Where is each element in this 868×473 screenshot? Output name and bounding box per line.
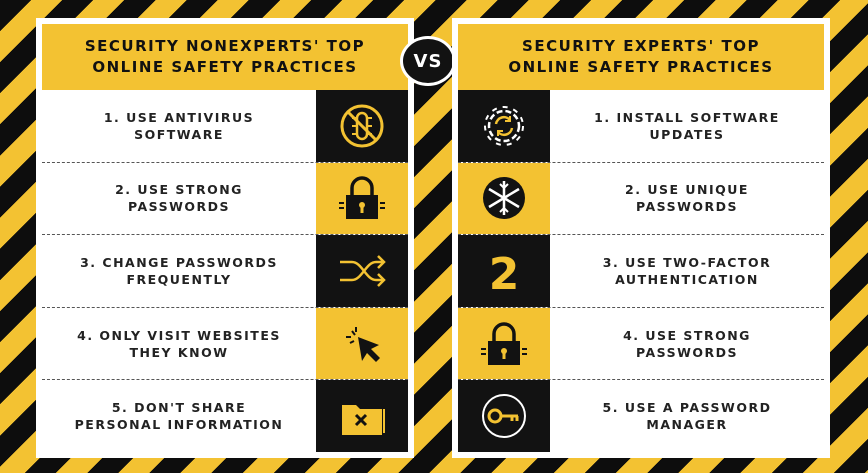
list-item: 1. INSTALL SOFTWARE UPDATES bbox=[458, 90, 824, 163]
list-item: 2. USE STRONG PASSWORDS bbox=[42, 162, 408, 236]
experts-title: SECURITY EXPERTS' TOP ONLINE SAFETY PRACT… bbox=[458, 24, 824, 90]
list-item: 1. USE ANTIVIRUS SOFTWARE bbox=[42, 90, 408, 163]
key-icon bbox=[458, 380, 550, 452]
practice-label: 3. USE TWO-FACTOR AUTHENTICATION bbox=[602, 254, 772, 287]
practice-label: 4. ONLY VISIT WEBSITES THEY KNOW bbox=[77, 327, 281, 360]
padlock-icon bbox=[316, 162, 408, 235]
nonexperts-title: SECURITY NONEXPERTS' TOP ONLINE SAFETY PR… bbox=[42, 24, 408, 90]
snowflake-icon bbox=[458, 162, 550, 235]
list-item: 2 3. USE TWO-FACTOR AUTHENTICATION bbox=[458, 235, 824, 308]
cursor-click-icon bbox=[316, 307, 408, 380]
list-item: 5. USE A PASSWORD MANAGER bbox=[458, 380, 824, 452]
practice-label: 5. USE A PASSWORD MANAGER bbox=[602, 400, 772, 433]
practice-label: 3. CHANGE PASSWORDS FREQUENTLY bbox=[80, 254, 278, 287]
nonexperts-title-line2: ONLINE SAFETY PRACTICES bbox=[92, 58, 358, 76]
two-factor-digit: 2 bbox=[489, 249, 520, 296]
experts-panel: SECURITY EXPERTS' TOP ONLINE SAFETY PRACT… bbox=[452, 18, 830, 458]
list-item: 2. USE UNIQUE PASSWORDS bbox=[458, 162, 824, 236]
practice-label: 2. USE UNIQUE PASSWORDS bbox=[625, 182, 749, 215]
list-item: 4. ONLY VISIT WEBSITES THEY KNOW bbox=[42, 307, 408, 381]
practice-label: 1. INSTALL SOFTWARE UPDATES bbox=[594, 109, 780, 142]
padlock-icon bbox=[458, 307, 550, 380]
practice-label: 4. USE STRONG PASSWORDS bbox=[623, 327, 751, 360]
practice-label: 1. USE ANTIVIRUS SOFTWARE bbox=[103, 109, 255, 142]
no-bug-icon bbox=[316, 90, 408, 162]
versus-badge: VS bbox=[400, 36, 456, 86]
experts-title-line2: ONLINE SAFETY PRACTICES bbox=[508, 58, 774, 76]
list-item: 3. CHANGE PASSWORDS FREQUENTLY bbox=[42, 235, 408, 308]
practice-label: 2. USE STRONG PASSWORDS bbox=[115, 182, 243, 215]
list-item: 5. DON'T SHARE PERSONAL INFORMATION bbox=[42, 380, 408, 452]
practice-label: 5. DON'T SHARE PERSONAL INFORMATION bbox=[74, 400, 284, 433]
number-two-icon: 2 bbox=[458, 235, 550, 307]
nonexperts-title-line1: SECURITY NONEXPERTS' TOP bbox=[84, 37, 366, 55]
nonexperts-panel: SECURITY NONEXPERTS' TOP ONLINE SAFETY PR… bbox=[36, 18, 414, 458]
list-item: 4. USE STRONG PASSWORDS bbox=[458, 307, 824, 381]
gear-refresh-icon bbox=[458, 90, 550, 162]
experts-title-line1: SECURITY EXPERTS' TOP bbox=[522, 37, 760, 55]
folder-x-icon bbox=[316, 380, 408, 452]
shuffle-icon bbox=[316, 235, 408, 307]
